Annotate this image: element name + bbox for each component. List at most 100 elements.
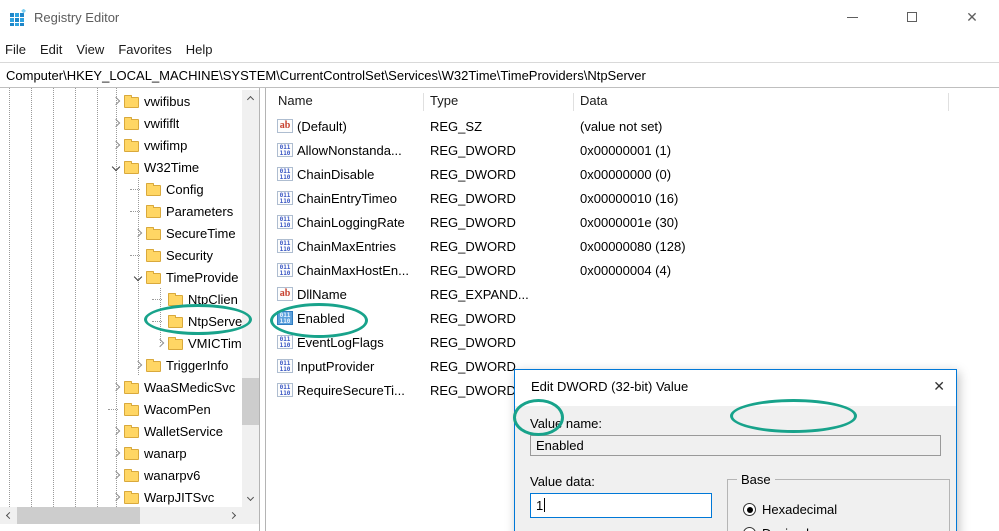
folder-icon: [124, 94, 139, 108]
tree-expander[interactable]: [108, 489, 124, 505]
tree-item-parameters[interactable]: Parameters: [0, 200, 242, 222]
menu-help[interactable]: Help: [186, 42, 213, 57]
tree-expander[interactable]: [108, 137, 124, 153]
tree-item-wanarpv6[interactable]: wanarpv6: [0, 464, 242, 486]
column-divider[interactable]: [573, 93, 574, 111]
menu-favorites[interactable]: Favorites: [118, 42, 171, 57]
value-row-enabled[interactable]: 011 110 Enabled REG_DWORD: [266, 306, 999, 330]
tree-item-warpjitsvc[interactable]: WarpJITSvc: [0, 486, 242, 507]
dotted-connector: [108, 408, 118, 410]
panel-splitter[interactable]: [259, 88, 266, 531]
tree-item-triggerinfo[interactable]: TriggerInfo: [0, 354, 242, 376]
tree-item-wanarp[interactable]: wanarp: [0, 442, 242, 464]
tree-item-wacompen[interactable]: WacomPen: [0, 398, 242, 420]
column-header-data[interactable]: Data: [580, 93, 607, 108]
tree-item-securetime[interactable]: SecureTime: [0, 222, 242, 244]
address-bar[interactable]: Computer\HKEY_LOCAL_MACHINE\SYSTEM\Curre…: [0, 62, 999, 88]
tree-item-vwifimp[interactable]: vwifimp: [0, 134, 242, 156]
menu-view[interactable]: View: [76, 42, 104, 57]
radio-button-icon[interactable]: [743, 527, 756, 531]
minimize-button[interactable]: [830, 0, 874, 34]
scroll-left-button[interactable]: [0, 507, 17, 524]
value-type: REG_DWORD: [430, 142, 516, 158]
value-name-field[interactable]: Enabled: [530, 435, 941, 456]
value-data: 0x0000001e (30): [580, 214, 679, 230]
value-row--default-[interactable]: ab (Default) REG_SZ (value not set): [266, 114, 999, 138]
radio-decimal[interactable]: Decimal: [743, 526, 809, 531]
folder-icon: [146, 226, 161, 240]
tree-connector: [130, 203, 146, 219]
tree-expander[interactable]: [130, 225, 146, 241]
value-name: ChainMaxEntries: [297, 238, 396, 254]
tree-item-waasmedicsvc[interactable]: WaaSMedicSvc: [0, 376, 242, 398]
menu-file[interactable]: File: [5, 42, 26, 57]
maximize-button[interactable]: [890, 0, 934, 34]
tree-horizontal-scrollbar[interactable]: [0, 507, 242, 524]
value-name: (Default): [297, 118, 347, 134]
tree-expander[interactable]: [108, 423, 124, 439]
scrollbar-thumb[interactable]: [242, 378, 259, 425]
tree-expander[interactable]: [108, 445, 124, 461]
column-divider[interactable]: [948, 93, 949, 111]
close-button[interactable]: ✕: [950, 0, 994, 34]
dword-value-icon: 011 110: [277, 215, 293, 229]
tree-vertical-scrollbar[interactable]: [242, 90, 259, 507]
scroll-right-button[interactable]: [225, 507, 242, 524]
window-title: Registry Editor: [34, 10, 120, 25]
tree-expander[interactable]: [108, 115, 124, 131]
chevron-right-icon: [111, 470, 121, 480]
column-divider[interactable]: [423, 93, 424, 111]
value-row-dllname[interactable]: ab DllName REG_EXPAND...: [266, 282, 999, 306]
tree-expander[interactable]: [130, 269, 146, 285]
scrollbar-thumb[interactable]: [17, 507, 140, 524]
value-name: ChainLoggingRate: [297, 214, 405, 230]
column-header-type[interactable]: Type: [430, 93, 458, 108]
column-header-name[interactable]: Name: [278, 93, 313, 108]
folder-icon: [124, 446, 139, 460]
tree-expander[interactable]: [108, 379, 124, 395]
tree-item-vwifibus[interactable]: vwifibus: [0, 90, 242, 112]
tree-item-walletservice[interactable]: WalletService: [0, 420, 242, 442]
value-row-allownonstanda-[interactable]: 011 110 AllowNonstanda... REG_DWORD 0x000000…: [266, 138, 999, 162]
value-row-chainmaxentries[interactable]: 011 110 ChainMaxEntries REG_DWORD 0x00000080…: [266, 234, 999, 258]
dword-value-icon: 011 110: [277, 263, 293, 277]
tree-item-w32time[interactable]: W32Time: [0, 156, 242, 178]
tree-expander[interactable]: [152, 335, 168, 351]
dword-value-icon: 011 110: [277, 359, 293, 373]
registry-path: Computer\HKEY_LOCAL_MACHINE\SYSTEM\Curre…: [6, 67, 646, 83]
tree-expander[interactable]: [108, 467, 124, 483]
value-row-chainentrytimeo[interactable]: 011 110 ChainEntryTimeo REG_DWORD 0x00000010…: [266, 186, 999, 210]
value-data-input[interactable]: 1: [530, 493, 712, 518]
folder-icon: [146, 358, 161, 372]
tree-item-config[interactable]: Config: [0, 178, 242, 200]
radio-hexadecimal[interactable]: Hexadecimal: [743, 502, 837, 517]
tree-expander[interactable]: [108, 93, 124, 109]
title-bar: Registry Editor ✕: [0, 0, 999, 36]
tree-item-label: TriggerInfo: [166, 357, 229, 373]
menu-edit[interactable]: Edit: [40, 42, 62, 57]
tree-item-vwififlt[interactable]: vwififlt: [0, 112, 242, 134]
value-type: REG_DWORD: [430, 238, 516, 254]
tree-item-ntpclien[interactable]: NtpClien: [0, 288, 242, 310]
radio-button-icon[interactable]: [743, 503, 756, 516]
tree-item-timeprovide[interactable]: TimeProvide: [0, 266, 242, 288]
chevron-down-icon: [111, 162, 121, 172]
tree-item-ntpserve[interactable]: NtpServe: [0, 310, 242, 332]
scroll-down-button[interactable]: [242, 490, 259, 507]
value-row-chainmaxhosten-[interactable]: 011 110 ChainMaxHostEn... REG_DWORD 0x000000…: [266, 258, 999, 282]
tree-item-security[interactable]: Security: [0, 244, 242, 266]
value-row-eventlogflags[interactable]: 011 110 EventLogFlags REG_DWORD: [266, 330, 999, 354]
dialog-close-button[interactable]: ✕: [933, 378, 945, 395]
value-row-chaindisable[interactable]: 011 110 ChainDisable REG_DWORD 0x00000000 (0…: [266, 162, 999, 186]
value-row-chainloggingrate[interactable]: 011 110 ChainLoggingRate REG_DWORD 0x0000001…: [266, 210, 999, 234]
tree-item-label: VMICTim: [188, 335, 242, 351]
tree-expander[interactable]: [108, 159, 124, 175]
chevron-right-icon: [155, 338, 165, 348]
tree-expander[interactable]: [130, 357, 146, 373]
tree-item-label: vwififlt: [144, 115, 180, 131]
chevron-right-icon: [111, 118, 121, 128]
tree-item-vmictim[interactable]: VMICTim: [0, 332, 242, 354]
value-data-text: 1: [536, 498, 544, 513]
scroll-up-button[interactable]: [242, 90, 259, 107]
value-data: 0x00000004 (4): [580, 262, 672, 278]
